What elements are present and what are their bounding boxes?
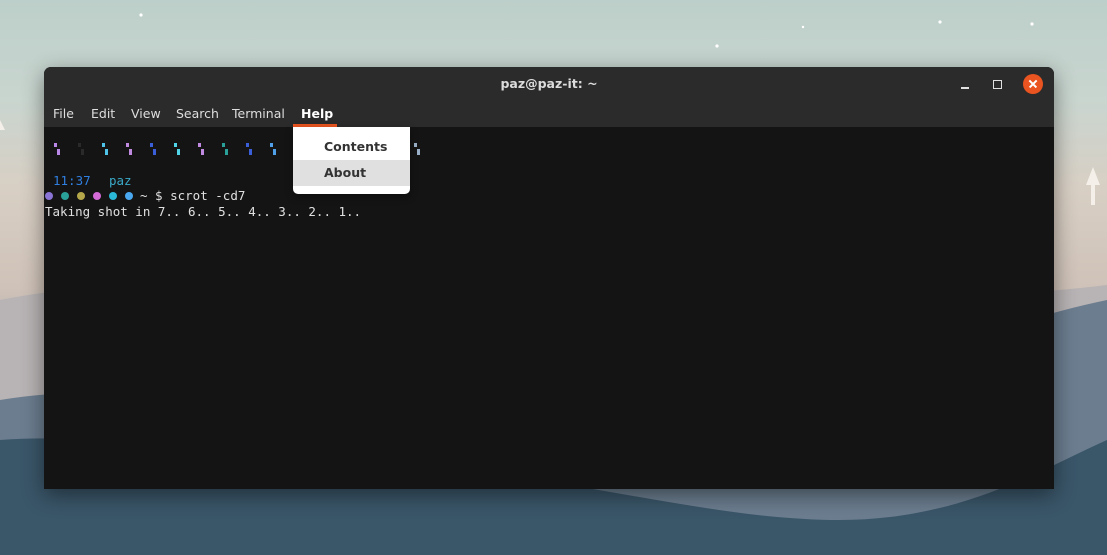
ascii-art-glyph <box>412 143 424 159</box>
prompt-user: paz <box>109 173 132 188</box>
menu-search[interactable]: Search <box>176 106 219 121</box>
ascii-art-glyph <box>172 143 184 159</box>
menu-item-about[interactable]: About <box>293 160 410 186</box>
ascii-art-glyph <box>244 143 256 159</box>
ascii-art-glyph <box>124 143 136 159</box>
command-prefix: ~ $ <box>140 188 163 203</box>
help-menu-dropdown: Contents About <box>293 127 410 194</box>
minimize-button[interactable] <box>956 75 974 93</box>
titlebar[interactable]: paz@paz-it: ~ <box>44 67 1054 101</box>
terminal-area[interactable]: 11:37 paz ~ $ scrot -cd7 Taking shot in … <box>44 127 1054 489</box>
menu-edit[interactable]: Edit <box>91 106 115 121</box>
menu-view[interactable]: View <box>131 106 161 121</box>
prompt-dot <box>125 192 133 200</box>
command-line: ~ $ scrot -cd7 <box>140 188 245 203</box>
window-title: paz@paz-it: ~ <box>500 76 598 91</box>
close-button[interactable] <box>1023 74 1043 94</box>
command-text: scrot -cd7 <box>170 188 246 203</box>
ascii-art-glyph <box>220 143 232 159</box>
prompt-dot <box>93 192 101 200</box>
maximize-button[interactable] <box>989 75 1007 93</box>
menu-file[interactable]: File <box>53 106 74 121</box>
prompt-dot <box>77 192 85 200</box>
ascii-art-glyph <box>268 143 280 159</box>
menu-terminal[interactable]: Terminal <box>232 106 285 121</box>
menu-help[interactable]: Help <box>301 106 333 121</box>
prompt-dot <box>109 192 117 200</box>
prompt-dot <box>45 192 53 200</box>
prompt-dot <box>61 192 69 200</box>
prompt-time: 11:37 <box>53 173 91 188</box>
command-output: Taking shot in 7.. 6.. 5.. 4.. 3.. 2.. 1… <box>45 204 362 219</box>
ascii-art-glyph <box>76 143 88 159</box>
menu-item-contents[interactable]: Contents <box>293 134 410 160</box>
terminal-window: paz@paz-it: ~ File Edit View Search Term… <box>44 67 1054 489</box>
menubar: File Edit View Search Terminal Help <box>44 101 1054 127</box>
ascii-art-glyph <box>148 143 160 159</box>
ascii-art-glyph <box>52 143 64 159</box>
ascii-art-glyph <box>100 143 112 159</box>
ascii-art-glyph <box>196 143 208 159</box>
